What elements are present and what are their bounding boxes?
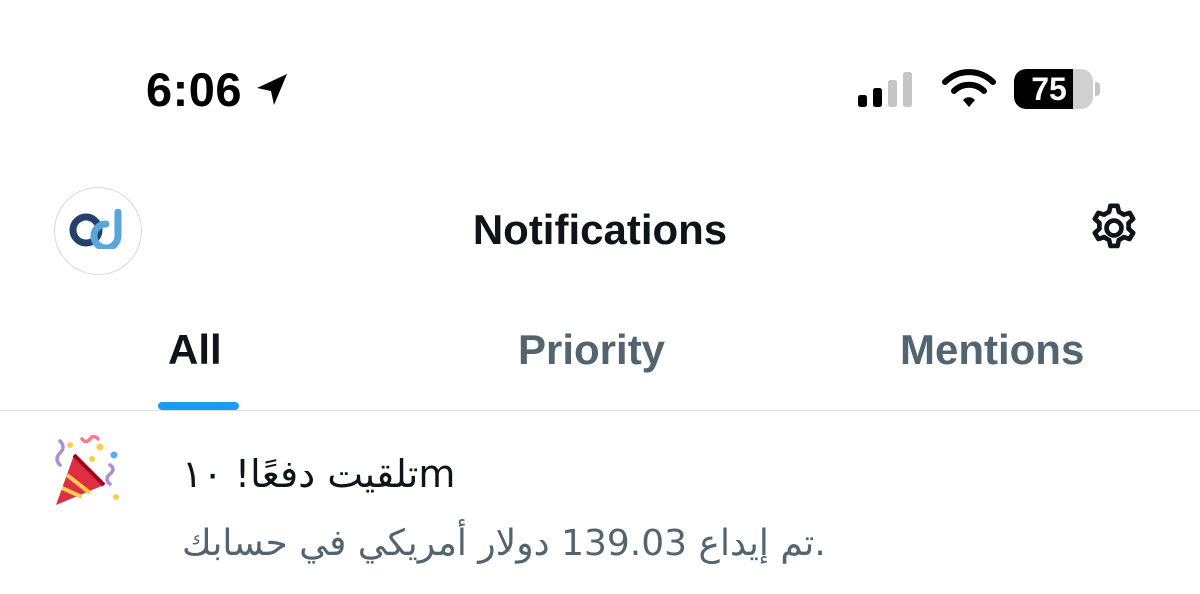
status-time-group: 6:06	[146, 62, 292, 118]
tab-all-label: All	[168, 326, 222, 373]
notification-tabs: All Priority Mentions	[0, 310, 1200, 411]
notification-body: تم إيداع 139.03 دولار أمريكي في حسابك.	[182, 523, 826, 564]
active-tab-indicator	[158, 402, 239, 410]
battery-indicator: 75	[1014, 67, 1100, 111]
tab-mentions-label: Mentions	[900, 326, 1085, 373]
wifi-icon	[942, 68, 996, 110]
status-icons: 75	[856, 64, 1100, 114]
tab-all[interactable]: All	[0, 310, 400, 410]
settings-button[interactable]	[1084, 200, 1144, 260]
status-time: 6:06	[146, 63, 243, 116]
cellular-signal-icon	[856, 69, 916, 109]
gear-icon	[1086, 200, 1142, 261]
location-arrow-icon	[252, 70, 292, 110]
notification-item[interactable]: تلقيت دفعًا! ١٠m تم إيداع 139.03 دولار أ…	[0, 411, 1200, 594]
battery-percentage: 75	[1031, 71, 1067, 107]
tab-priority-label: Priority	[518, 326, 666, 373]
party-popper-icon	[52, 434, 122, 509]
tab-mentions[interactable]: Mentions	[800, 310, 1200, 410]
notification-title: تلقيت دفعًا! ١٠m	[182, 452, 456, 496]
header: Notifications	[0, 180, 1200, 280]
notifications-screen: 6:06 75 Notifications All Priority Menti…	[0, 0, 1200, 594]
status-bar: 6:06 75	[0, 0, 1200, 150]
battery-icon: 75	[1014, 69, 1094, 109]
page-title: Notifications	[472, 206, 728, 253]
battery-tip	[1095, 82, 1100, 96]
tab-priority[interactable]: Priority	[400, 310, 800, 410]
